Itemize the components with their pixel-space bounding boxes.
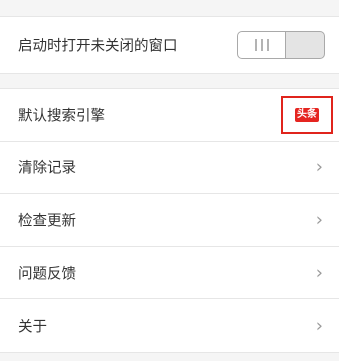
check-update-label: 检查更新	[18, 213, 76, 230]
restore-tabs-toggle[interactable]	[237, 31, 325, 59]
chevron-right-icon: ›	[315, 156, 323, 178]
chevron-right-icon: ›	[315, 262, 323, 284]
clear-history-row[interactable]: 清除记录 ›	[0, 142, 339, 195]
search-engine-highlight[interactable]: 头条	[281, 95, 333, 134]
check-update-row[interactable]: 检查更新 ›	[0, 194, 339, 247]
grip-line	[255, 39, 257, 51]
search-engine-row[interactable]: 默认搜索引擎 头条	[0, 89, 339, 142]
about-label: 关于	[18, 319, 47, 336]
toutiao-logo-icon: 头条	[295, 107, 319, 122]
restore-tabs-label: 启动时打开未关闭的窗口	[18, 38, 178, 55]
settings-list: 默认搜索引擎 头条 清除记录 › 检查更新 › 问题反馈 › 关于 ›	[0, 88, 339, 353]
clear-history-label: 清除记录	[18, 160, 76, 177]
chevron-right-icon: ›	[315, 315, 323, 337]
toggle-knob[interactable]	[238, 32, 286, 58]
chevron-right-icon: ›	[315, 209, 323, 231]
restore-tabs-card: 启动时打开未关闭的窗口	[0, 16, 339, 74]
feedback-row[interactable]: 问题反馈 ›	[0, 247, 339, 300]
search-engine-label: 默认搜索引擎	[18, 108, 105, 125]
grip-line	[267, 39, 269, 51]
about-row[interactable]: 关于 ›	[0, 299, 339, 352]
feedback-label: 问题反馈	[18, 266, 76, 283]
grip-line	[261, 39, 263, 51]
